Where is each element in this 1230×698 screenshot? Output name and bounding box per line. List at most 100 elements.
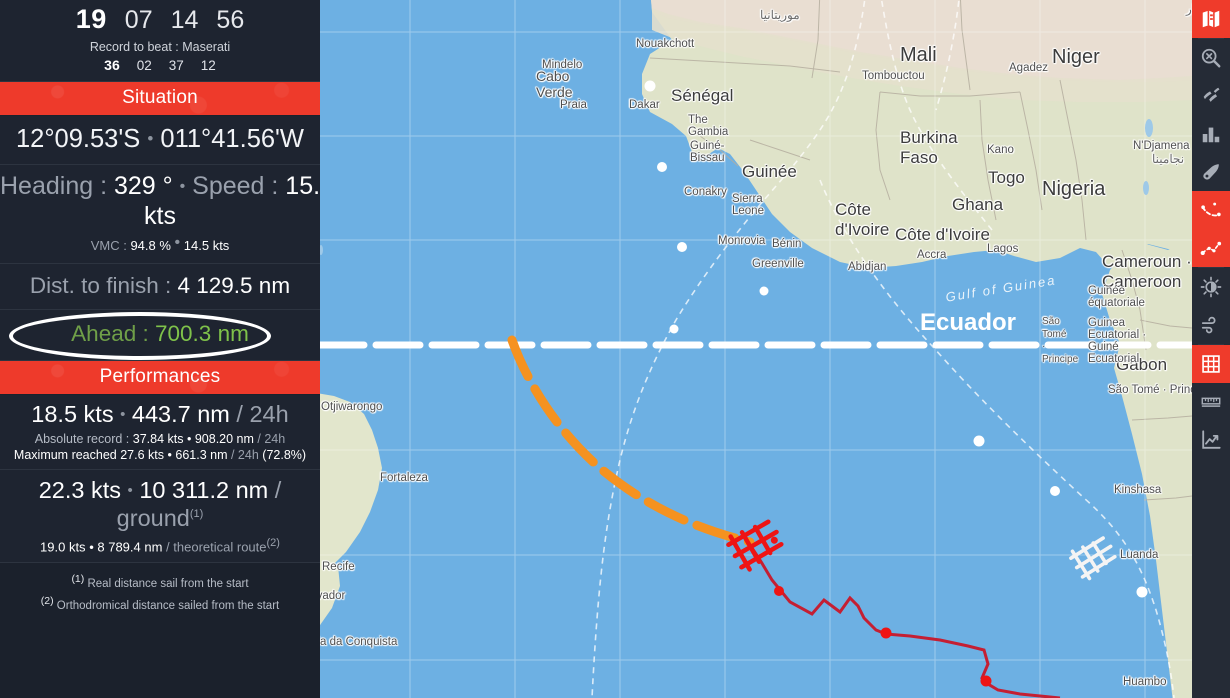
vmc-speed: 14.5 kts	[183, 238, 230, 254]
tool-waypoints-button[interactable]	[1192, 229, 1230, 267]
maximum-reached-label: Maximum reached	[13, 448, 117, 463]
theoretical-route-row: 19.0 kts • 8 789.4 nm / theoretical rout…	[0, 537, 320, 554]
coordinates-row: 12°09.53'S • 011°41.56'W	[0, 116, 320, 165]
theoretical-speed: 19.0 kts	[40, 538, 86, 554]
speed-unit: kts	[144, 201, 176, 230]
ground-speed: 22.3 kts	[38, 477, 121, 504]
ruler-icon	[1201, 397, 1221, 407]
tag-icon	[1203, 164, 1219, 180]
ahead-label: Ahead :	[71, 321, 149, 347]
record-time-row: 36 02 37 12	[0, 57, 320, 73]
absolute-record-label: Absolute record :	[34, 432, 130, 447]
absolute-record-period: / 24h	[257, 432, 286, 447]
absolute-record-speed: 37.84 kts	[132, 432, 184, 447]
ahead-content: Ahead : 700.3 nm	[0, 321, 320, 347]
vmc-separator: •	[174, 234, 181, 252]
sun-icon	[1200, 276, 1222, 298]
ground-footnote-marker: (1)	[189, 507, 204, 520]
elapsed-minutes: 14	[170, 6, 199, 34]
info-sidebar: 19 07 14 56 Record to beat : Maserati 36…	[0, 0, 320, 698]
bar-chart-icon	[1202, 127, 1220, 143]
tool-measure-button[interactable]	[1192, 383, 1230, 421]
trend-chart-icon	[1202, 430, 1221, 449]
absolute-record-row: Absolute record : 37.84 kts • 908.20 nm …	[0, 432, 320, 446]
speed-label: Speed :	[192, 172, 279, 200]
distance-to-finish-label: Dist. to finish :	[29, 273, 172, 299]
route-icon	[1201, 202, 1221, 217]
coord-separator: •	[147, 129, 154, 148]
grid-icon	[1202, 355, 1220, 373]
heading-value: 329 °	[113, 172, 173, 200]
tool-search-off-button[interactable]	[1192, 39, 1230, 77]
map-canvas[interactable]: Mali Niger Sénégal Burkina Faso Nigeria G…	[320, 0, 1192, 698]
vmc-row: VMC : 94.8 % • 14.5 kts	[0, 230, 320, 261]
map-icon	[1202, 10, 1220, 28]
maximum-reached-row: Maximum reached 27.6 kts • 661.3 nm / 24…	[0, 448, 320, 462]
record-minutes: 37	[168, 58, 184, 73]
longitude-value: 011°41.56'W	[160, 125, 304, 153]
tool-day-night-button[interactable]	[1192, 268, 1230, 306]
perf-24h-period: / 24h	[236, 401, 289, 428]
perf-24h-speed: 18.5 kts	[31, 401, 114, 428]
footnote-2-text: Orthodromical distance sailed from the s…	[56, 600, 280, 613]
tool-route-button[interactable]	[1192, 191, 1230, 229]
record-days: 36	[104, 57, 120, 73]
performance-24h-main: 18.5 kts • 443.7 nm / 24h	[0, 401, 320, 428]
performance-ground-main: 22.3 kts • 10 311.2 nm /	[0, 477, 320, 504]
perf-24h-separator: •	[120, 406, 126, 424]
maximum-reached-percent: (72.8%)	[262, 448, 307, 463]
absolute-record-distance: 908.20 nm	[194, 432, 254, 447]
footnote-2-marker: (2)	[40, 595, 54, 608]
latitude-value: 12°09.53'S	[15, 125, 141, 153]
map-tools-toolbar	[1192, 0, 1230, 698]
elapsed-hours: 07	[124, 6, 153, 34]
performance-24h-block: 18.5 kts • 443.7 nm / 24h Absolute recor…	[0, 395, 320, 471]
ground-slash: /	[274, 477, 282, 504]
situation-section-header: Situation	[0, 82, 320, 116]
theoretical-route-label: / theoretical route	[166, 538, 267, 554]
tool-performance-chart-button[interactable]	[1192, 421, 1230, 459]
record-to-beat-label: Record to beat : Maserati	[89, 40, 231, 54]
footnote-1: (1) Real distance sail from the start	[0, 571, 320, 594]
search-off-icon	[1201, 48, 1221, 68]
elapsed-days: 19	[75, 4, 107, 34]
distance-to-finish-value: 4 129.5 nm	[177, 273, 291, 299]
distance-to-finish-row: Dist. to finish : 4 129.5 nm	[0, 264, 320, 311]
maximum-reached-distance: 661.3 nm	[175, 448, 228, 463]
tool-map-button[interactable]	[1192, 0, 1230, 38]
heading-label: Heading :	[0, 172, 108, 200]
theoretical-separator: •	[89, 538, 94, 554]
footnote-1-marker: (1)	[71, 572, 85, 585]
performance-ground-word-line: ground(1)	[0, 505, 320, 532]
tool-labels-button[interactable]	[1192, 153, 1230, 191]
theoretical-footnote-marker: (2)	[266, 536, 280, 549]
vmc-label: VMC :	[90, 238, 127, 254]
record-seconds: 12	[200, 58, 216, 73]
speed-value: 15.3	[285, 172, 320, 200]
maximum-reached-separator: •	[167, 448, 172, 463]
ground-distance: 10 311.2 nm	[139, 477, 269, 504]
app-root: 19 07 14 56 Record to beat : Maserati 36…	[0, 0, 1230, 698]
tool-wind-button[interactable]	[1192, 306, 1230, 344]
ahead-value: 700.3 nm	[155, 321, 249, 347]
heading-speed-block: Heading : 329 ° • Speed : 15.3 kts VMC :…	[0, 165, 320, 265]
tool-graticule-button[interactable]	[1192, 345, 1230, 383]
record-hours: 02	[136, 58, 152, 73]
heading-speed-line: Heading : 329 ° • Speed : 15.3	[0, 172, 320, 202]
tool-statistics-button[interactable]	[1192, 115, 1230, 153]
elapsed-time-row: 19 07 14 56	[0, 4, 320, 35]
absolute-record-separator: •	[186, 432, 192, 447]
race-timer-block: 19 07 14 56 Record to beat : Maserati 36…	[0, 0, 320, 82]
footnote-2: (2) Orthodromical distance sailed from t…	[0, 593, 320, 616]
footnotes-block: (1) Real distance sail from the start (2…	[0, 563, 320, 616]
performance-ground-block: 22.3 kts • 10 311.2 nm / ground(1) 19.0 …	[0, 470, 320, 563]
vmc-percent: 94.8 %	[130, 238, 171, 254]
waypoints-icon	[1200, 241, 1222, 256]
current-icon	[1203, 87, 1220, 102]
performances-section-header: Performances	[0, 361, 320, 396]
theoretical-distance: 8 789.4 nm	[97, 538, 163, 554]
footnote-1-text: Real distance sail from the start	[87, 577, 249, 590]
tool-currents-button[interactable]	[1192, 77, 1230, 115]
ahead-row: Ahead : 700.3 nm	[0, 310, 320, 362]
heading-speed-separator: •	[179, 178, 186, 195]
